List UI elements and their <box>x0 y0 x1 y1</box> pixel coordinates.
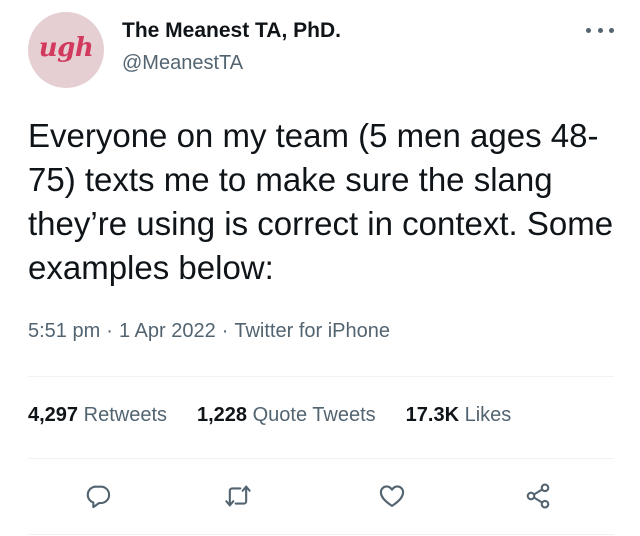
avatar[interactable]: ugh <box>28 12 104 88</box>
quotes-label: Quote Tweets <box>252 404 376 426</box>
dot <box>586 27 591 33</box>
divider <box>28 376 614 377</box>
meta-separator: · <box>106 320 113 342</box>
retweets-label: Retweets <box>83 404 167 426</box>
reply-icon <box>86 485 111 509</box>
likes-label: Likes <box>464 404 512 426</box>
divider <box>28 458 614 459</box>
likes-count: 17.3K <box>405 404 460 426</box>
like-button[interactable] <box>372 476 412 516</box>
dot <box>609 27 614 33</box>
more-dots-icon[interactable] <box>586 22 614 38</box>
avatar-text: ugh <box>38 33 94 63</box>
tweet-time[interactable]: 5:51 pm <box>28 320 100 343</box>
divider <box>28 534 614 535</box>
user-handle[interactable]: @MeanestTA <box>122 52 243 75</box>
heart-icon <box>379 485 405 507</box>
meta-separator: · <box>221 320 229 342</box>
tweet-meta: 5:51 pm · 1 Apr 2022 · Twitter for iPhon… <box>28 320 390 343</box>
tweet: ugh The Meanest TA, PhD. @MeanestTA Ever… <box>0 0 640 536</box>
reply-button[interactable] <box>78 476 118 516</box>
share-icon <box>526 483 550 509</box>
quotes-count: 1,228 <box>197 404 248 426</box>
share-button[interactable] <box>518 476 558 516</box>
retweets-stat[interactable]: 4,297 Retweets <box>28 404 167 427</box>
likes-stat[interactable]: 17.3K Likes <box>406 404 512 427</box>
retweet-button[interactable] <box>218 476 258 516</box>
tweet-text: Everyone on my team (5 men ages 48-75) t… <box>28 117 614 286</box>
quotes-stat[interactable]: 1,228 Quote Tweets <box>197 404 376 427</box>
retweet-icon <box>225 485 251 507</box>
action-bar <box>0 476 640 516</box>
retweets-count: 4,297 <box>28 404 79 426</box>
dot <box>597 27 603 33</box>
display-name[interactable]: The Meanest TA, PhD. <box>122 19 341 43</box>
tweet-stats: 4,297 Retweets 1,228 Quote Tweets 17.3K … <box>28 404 511 427</box>
tweet-date[interactable]: 1 Apr 2022 <box>119 320 216 343</box>
tweet-source[interactable]: Twitter for iPhone <box>234 320 390 343</box>
